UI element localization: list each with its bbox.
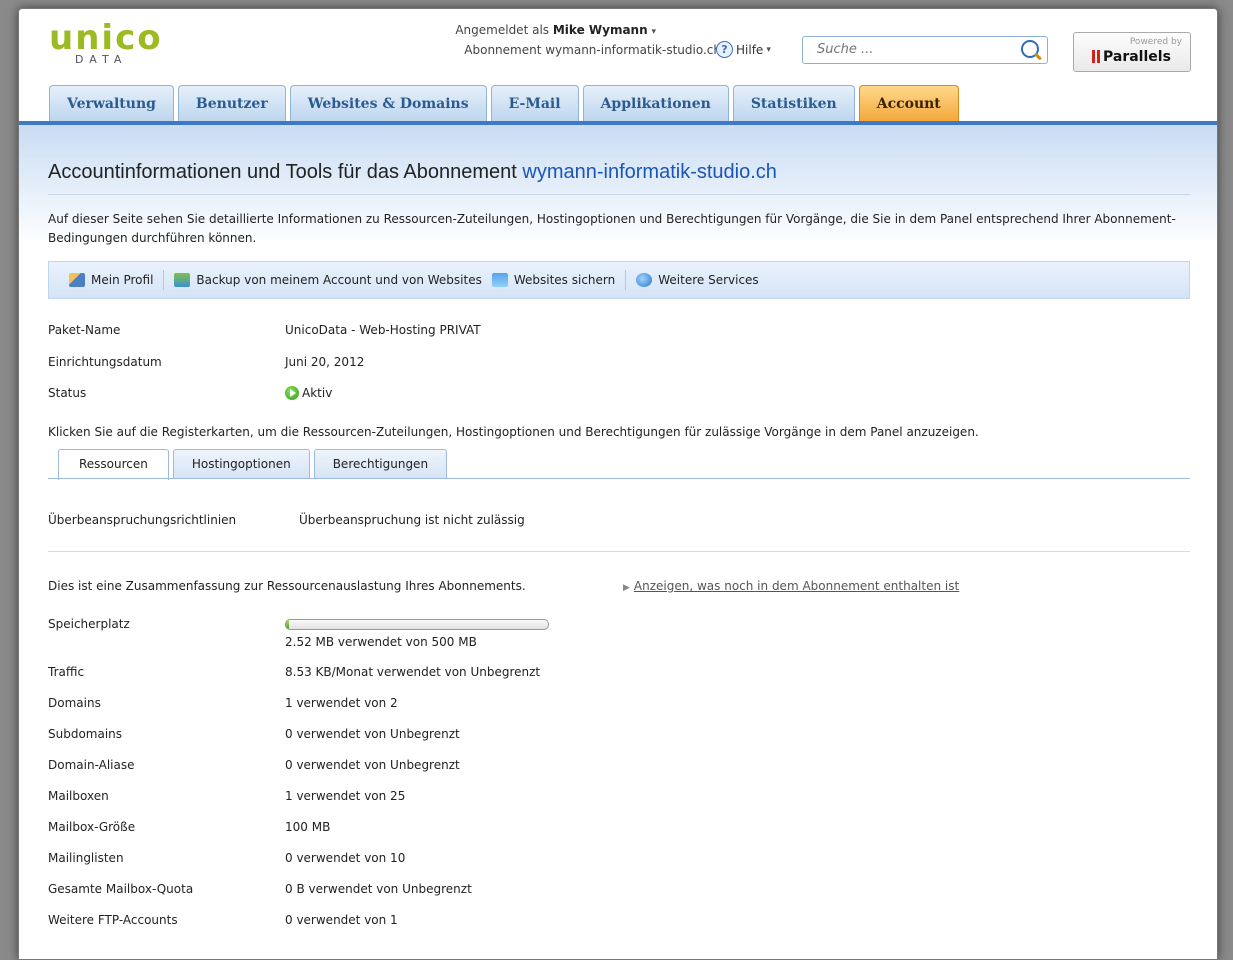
resource-value: 0 verwendet von Unbegrenzt xyxy=(285,727,460,741)
page-title: Accountinformationen und Tools für das A… xyxy=(48,161,777,184)
help-icon: ? xyxy=(716,41,733,58)
overuse-key: Überbeanspruchungsrichtlinien xyxy=(48,513,237,527)
tab-verwaltung[interactable]: Verwaltung xyxy=(49,85,174,122)
my-profile-button[interactable]: Mein Profil xyxy=(69,273,163,287)
info-value: Juni 20, 2012 xyxy=(285,355,365,369)
tools-toolbar: Mein Profil Backup von meinem Account un… xyxy=(48,261,1190,299)
help-label: Hilfe xyxy=(736,42,764,57)
resource-key: Domains xyxy=(48,696,101,710)
resource-value: 0 verwendet von Unbegrenzt xyxy=(285,758,460,772)
resource-value: 2.52 MB verwendet von 500 MB xyxy=(285,635,477,649)
user-menu[interactable]: Angemeldet als Mike Wymann ▾ xyxy=(455,23,656,37)
powered-by-logo[interactable]: Powered by Parallels xyxy=(1073,32,1191,72)
resource-value: 0 verwendet von 10 xyxy=(285,851,406,865)
subscription-label: Abonnement wymann-informatik-studio.ch xyxy=(464,43,721,57)
powered-by-label: Powered by xyxy=(1129,37,1182,47)
section-divider xyxy=(48,551,1190,552)
storage-progress-fill xyxy=(286,620,290,629)
toolbar-divider xyxy=(625,270,627,290)
show-more-link[interactable]: Anzeigen, was noch in dem Abonnement ent… xyxy=(634,579,959,593)
resource-value: 100 MB xyxy=(285,820,331,834)
summary-text: Dies ist eine Zusammenfassung zur Ressou… xyxy=(48,579,526,593)
logged-in-label: Angemeldet als xyxy=(455,23,550,37)
info-value: UnicoData - Web-Hosting PRIVAT xyxy=(285,323,481,337)
main-nav: Verwaltung Benutzer Websites & Domains E… xyxy=(49,85,959,122)
expand-triangle-icon: ▶ xyxy=(623,583,630,593)
info-key: Einrichtungsdatum xyxy=(48,355,162,369)
tab-statistiken[interactable]: Statistiken xyxy=(732,85,855,122)
resource-key: Mailbox-Größe xyxy=(48,820,136,834)
subtabs-divider xyxy=(48,478,1190,479)
resource-key: Domain-Aliase xyxy=(48,758,135,772)
info-key: Paket-Name xyxy=(48,323,121,337)
user-name: Mike Wymann xyxy=(552,23,648,37)
parallels-logo: Parallels xyxy=(1092,49,1171,65)
resource-tabs: Ressourcen Hostingoptionen Berechtigunge… xyxy=(58,449,448,480)
backup-button[interactable]: Backup von meinem Account und von Websit… xyxy=(174,273,491,287)
brand-logo[interactable]: unico DATA xyxy=(49,21,163,66)
my-profile-label: Mein Profil xyxy=(91,273,154,287)
tab-email[interactable]: E-Mail xyxy=(490,85,579,122)
more-services-button[interactable]: Weitere Services xyxy=(636,273,768,287)
search-input[interactable] xyxy=(815,41,1019,58)
tab-berechtigungen[interactable]: Berechtigungen xyxy=(313,449,448,479)
tab-benutzer[interactable]: Benutzer xyxy=(177,85,286,122)
parallels-name: Parallels xyxy=(1103,49,1171,65)
overuse-value: Überbeanspruchung ist nicht zulässig xyxy=(299,513,525,527)
chevron-down-icon: ▾ xyxy=(651,27,656,37)
resource-key: Speicherplatz xyxy=(48,617,130,631)
resource-value: 0 B verwendet von Unbegrenzt xyxy=(285,882,472,896)
parallels-bars-icon xyxy=(1092,50,1095,63)
page-title-text: Accountinformationen und Tools für das A… xyxy=(48,161,517,183)
secure-websites-label: Websites sichern xyxy=(513,273,616,287)
help-menu[interactable]: ? Hilfe ▾ xyxy=(716,41,771,58)
profile-card-icon xyxy=(69,273,85,287)
resource-value: 0 verwendet von 1 xyxy=(285,913,398,927)
resource-value: 1 verwendet von 25 xyxy=(285,789,406,803)
chevron-down-icon: ▾ xyxy=(766,44,771,55)
page-title-domain: wymann-informatik-studio.ch xyxy=(522,161,777,183)
resource-key: Gesamte Mailbox-Quota xyxy=(48,882,194,896)
tabs-hint: Klicken Sie auf die Registerkarten, um d… xyxy=(48,425,979,439)
tab-websites-domains[interactable]: Websites & Domains xyxy=(289,85,487,122)
tab-hostingoptionen[interactable]: Hostingoptionen xyxy=(172,449,310,479)
resource-key: Weitere FTP-Accounts xyxy=(48,913,178,927)
info-key: Status xyxy=(48,386,87,400)
backup-label: Backup von meinem Account und von Websit… xyxy=(196,273,482,287)
resource-key: Mailboxen xyxy=(48,789,109,803)
services-icon xyxy=(636,273,653,287)
brand-word: unico xyxy=(49,18,163,58)
browser-window: unico DATA Angemeldet als Mike Wymann ▾ … xyxy=(18,8,1218,960)
secure-websites-icon xyxy=(491,273,508,287)
status-text: Aktiv xyxy=(302,386,333,400)
resource-key: Traffic xyxy=(48,665,85,679)
backup-icon xyxy=(174,273,191,287)
search-box xyxy=(802,36,1048,64)
resource-key: Subdomains xyxy=(48,727,123,741)
secure-websites-button[interactable]: Websites sichern xyxy=(491,273,625,287)
tab-ressourcen[interactable]: Ressourcen xyxy=(58,449,169,480)
tab-applikationen[interactable]: Applikationen xyxy=(582,85,729,122)
page-description: Auf dieser Seite sehen Sie detaillierte … xyxy=(48,212,1176,245)
toolbar-divider xyxy=(163,270,165,290)
resource-value: 8.53 KB/Monat verwendet von Unbegrenzt xyxy=(285,665,541,679)
more-link-row: ▶ Anzeigen, was noch in dem Abonnement en… xyxy=(623,579,959,593)
tab-account[interactable]: Account xyxy=(858,85,959,122)
resource-value: 1 verwendet von 2 xyxy=(285,696,398,710)
title-divider xyxy=(48,194,1190,195)
status-value: Aktiv xyxy=(285,386,332,400)
more-services-label: Weitere Services xyxy=(658,273,759,287)
storage-progress-bar xyxy=(285,619,549,630)
resource-key: Mailinglisten xyxy=(48,851,124,865)
search-icon[interactable] xyxy=(1021,40,1039,58)
status-active-icon xyxy=(285,386,299,400)
